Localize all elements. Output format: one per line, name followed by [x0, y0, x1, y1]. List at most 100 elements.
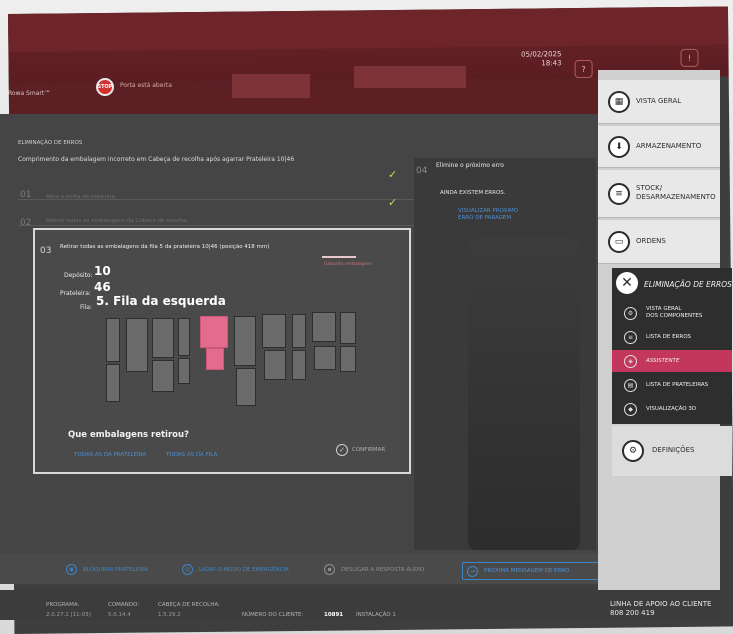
link-line: ERRO DE PARAGEM: [458, 215, 512, 221]
deposit-value: 10: [94, 264, 111, 278]
cube-icon: ◆: [624, 402, 637, 416]
step-3-title: Retirar todas as embalagens da fila 5 da…: [60, 244, 270, 250]
shelf-slot[interactable]: [106, 318, 120, 362]
shelf-slot[interactable]: [312, 312, 336, 342]
support-line: LINHA DE APOIO AO CLIENTE 808 200 419: [610, 600, 711, 618]
audio-off-button[interactable]: ▪ DESLIGAR A RESPOSTA ÁUDIO: [324, 564, 424, 575]
step-number: 01: [20, 190, 32, 200]
client-value: 10891: [324, 612, 344, 618]
shelf-slot-selected[interactable]: [206, 348, 224, 370]
command-label: COMANDO:: [108, 602, 140, 608]
step-text: Abra a porta da máquina.: [46, 194, 117, 200]
step-text: Retirar todas as embalagens da Cabeça de…: [46, 218, 189, 224]
step-number: 02: [20, 218, 32, 228]
menu-button[interactable]: !: [680, 48, 699, 67]
sub-item-label: VISTA GERAL DOS COMPONENTES: [646, 306, 703, 319]
confirm-icon: ✓: [336, 444, 348, 456]
shelf-slot[interactable]: [292, 350, 306, 380]
check-icon: ✓: [388, 168, 398, 181]
link-line: VISUALIZAR PRÓXIMO: [458, 208, 519, 214]
brand-label: Rowa Smart™: [8, 90, 51, 97]
sub-item-label: VISUALIZAÇÃO 3D: [646, 405, 697, 412]
shelf-slot[interactable]: [340, 312, 356, 344]
stop-icon[interactable]: STOP: [96, 78, 114, 96]
step-4-title: Elimine o próximo erro: [436, 162, 504, 169]
sub-item-assistant[interactable]: ◈ ASSISTENTE: [612, 350, 732, 372]
shelf-slot[interactable]: [106, 364, 120, 402]
sub-item-label: LISTA DE PRATELEIRAS: [646, 381, 709, 388]
row-value: 5. Fila da esquerda: [96, 294, 226, 308]
close-icon[interactable]: ✕: [616, 272, 638, 294]
sub-item-3d-view[interactable]: ◆ VISUALIZAÇÃO 3D: [612, 398, 732, 420]
shelf-slot[interactable]: [236, 368, 256, 406]
next-stop-error-link[interactable]: VISUALIZAR PRÓXIMO ERRO DE PARAGEM: [458, 208, 518, 222]
emergency-label: LIGAR O MODO DE EMERGÊNCIA: [199, 566, 289, 573]
shelf-slot[interactable]: [234, 316, 256, 366]
next-error-label: PRÓXIMA MENSAGEM DE ERRO: [484, 568, 570, 574]
next-error-button[interactable]: → PRÓXIMA MENSAGEM DE ERRO: [462, 562, 606, 580]
nav-label-line: STOCK/: [636, 184, 663, 192]
block-shelf-button[interactable]: ◉ BLOQUEAR PRATELEIRA: [66, 564, 148, 575]
nav-label: STOCK/ DESARMAZENAMENTO: [636, 184, 716, 202]
components-icon: ⚙: [624, 306, 637, 320]
support-phone: 808 200 419: [610, 609, 655, 617]
client-label: NÚMERO DO CLIENTE:: [242, 612, 304, 618]
shelf-value: 46: [94, 280, 111, 294]
sub-item-shelf-list[interactable]: ▤ LISTA DE PRATELEIRAS: [612, 374, 732, 396]
shelf-slot[interactable]: [178, 318, 190, 356]
storage-icon: ⬇: [608, 136, 630, 158]
nav-stock[interactable]: ≡ STOCK/ DESARMAZENAMENTO: [598, 170, 720, 218]
shelf-slot[interactable]: [314, 346, 336, 370]
nav-orders[interactable]: ▭ ORDENS: [598, 220, 720, 264]
nav-label: VISTA GERAL: [636, 97, 682, 105]
shelf-slot[interactable]: [262, 314, 286, 348]
shelf-label: Prateleira:: [60, 290, 91, 297]
shelf-slot[interactable]: [340, 346, 356, 372]
program-label: PROGRAMA:: [46, 602, 80, 608]
sub-item-error-list[interactable]: ≡ LISTA DE ERROS: [612, 326, 732, 348]
date-time: 05/02/2025 18:43: [515, 50, 562, 68]
emergency-mode-button[interactable]: ◎ LIGAR O MODO DE EMERGÊNCIA: [182, 564, 289, 575]
grid-icon: ▦: [608, 91, 630, 113]
shelf-slot-selected[interactable]: [200, 316, 228, 348]
audio-label: DESLIGAR A RESPOSTA ÁUDIO: [341, 566, 425, 573]
shelf-slot[interactable]: [178, 358, 190, 384]
shelf-slot[interactable]: [292, 314, 306, 348]
nav-label: DEFINIÇÕES: [652, 446, 695, 454]
shelf-slot[interactable]: [126, 318, 148, 372]
door-status: Porta está aberta: [120, 82, 172, 89]
shelf-slot[interactable]: [264, 350, 286, 380]
nav-overview[interactable]: ▦ VISTA GERAL: [598, 80, 720, 124]
sub-item-components[interactable]: ⚙ VISTA GERAL DOS COMPONENTES: [612, 302, 732, 324]
assistant-icon: ◈: [624, 354, 637, 368]
section-title: ELIMINAÇÃO DE ERROS: [18, 140, 83, 146]
speaker-icon: ▪: [324, 564, 335, 575]
nav-label-line: DESARMAZENAMENTO: [636, 193, 716, 201]
emergency-icon: ◎: [182, 564, 193, 575]
step-number: 04: [416, 166, 428, 176]
confirm-button[interactable]: CONFIRMAR: [352, 447, 385, 453]
step-4-status: AINDA EXISTEM ERROS.: [440, 190, 506, 196]
sub-item-label: LISTA DE ERROS: [646, 333, 692, 340]
legend-text: Gabarito embalagem: [324, 262, 372, 267]
program-value: 2.0.27.1 [11-03]: [46, 612, 91, 618]
all-shelf-button[interactable]: TODAS AS DA PRATELEIRA: [74, 452, 146, 458]
shelf-slot[interactable]: [152, 360, 174, 392]
shelf-slot[interactable]: [152, 318, 174, 358]
help-button[interactable]: ?: [574, 59, 593, 79]
all-row-button[interactable]: TODAS AS DA FILA: [166, 452, 217, 458]
head-label: CABEÇA DE RECOLHA:: [158, 602, 220, 608]
nav-errors-title: ELIMINAÇÃO DE ERROS: [644, 280, 732, 289]
nav-storage[interactable]: ⬇ ARMAZENAMENTO: [598, 126, 720, 168]
support-title: LINHA DE APOIO AO CLIENTE: [610, 600, 712, 608]
block-shelf-label: BLOQUEAR PRATELEIRA: [83, 566, 148, 573]
orders-icon: ▭: [608, 231, 630, 253]
status-chip: [232, 74, 310, 98]
sub-item-label: ASSISTENTE: [646, 357, 680, 364]
arrow-right-icon: →: [467, 565, 478, 577]
check-icon: ✓: [388, 196, 398, 209]
command-value: 5.0.14.4: [108, 612, 131, 618]
head-value: 1.5.29.2: [158, 612, 181, 618]
info-icon: ?: [581, 64, 586, 74]
stock-icon: ≡: [608, 183, 630, 205]
